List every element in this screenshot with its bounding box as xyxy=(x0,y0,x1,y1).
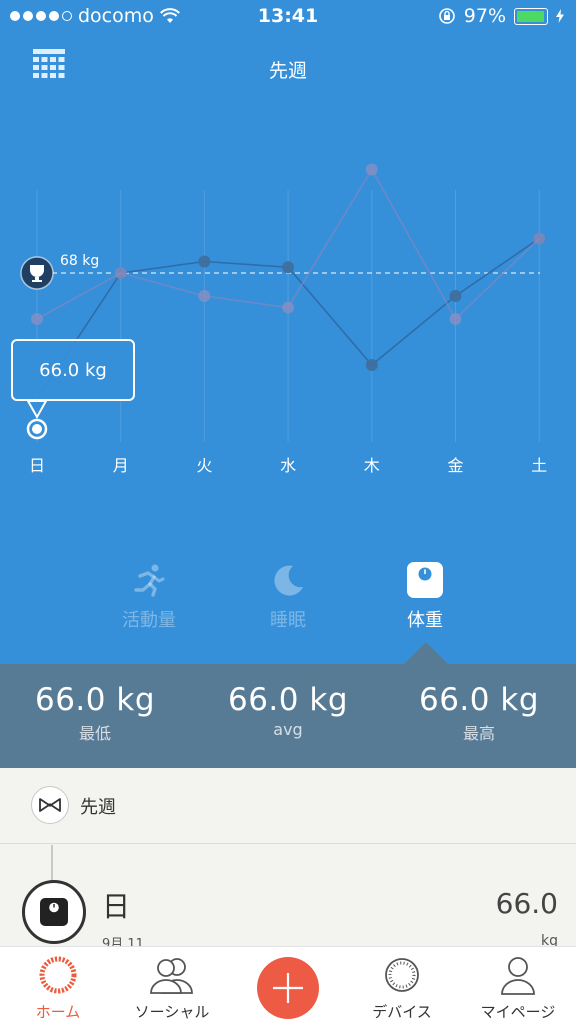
stat-value: 66.0 kg xyxy=(227,682,348,718)
data-point xyxy=(114,267,127,279)
moon-icon xyxy=(274,565,303,596)
stat-avg: 66.0 kg avg xyxy=(193,682,383,739)
data-point xyxy=(31,313,43,325)
data-point xyxy=(198,255,211,268)
category-weight[interactable]: 体重 xyxy=(360,560,490,632)
goal-label: 68 kg xyxy=(60,253,99,269)
entry-value: 66.0 xyxy=(495,887,558,920)
tab-home[interactable]: ホーム xyxy=(0,955,116,1022)
people-icon xyxy=(150,958,193,994)
data-point xyxy=(198,290,211,302)
stat-min: 66.0 kg 最低 xyxy=(0,682,190,744)
value-tooltip: 66.0 kg xyxy=(11,339,135,401)
data-point xyxy=(365,163,378,176)
entry-day: 日 xyxy=(102,890,131,923)
stat-label: avg xyxy=(273,720,303,739)
tab-bar: ホーム ソーシャル デバイス マイページ xyxy=(0,946,576,1024)
home-ring-icon xyxy=(39,956,77,994)
running-icon xyxy=(134,564,165,597)
tab-label: マイページ xyxy=(480,1003,556,1021)
stat-max: 66.0 kg 最高 xyxy=(384,682,574,744)
device-ring-icon xyxy=(385,958,419,992)
week-label: 先週 xyxy=(80,797,116,818)
bowtie-icon xyxy=(31,786,69,824)
x-tick-label: 土 xyxy=(531,456,547,475)
tooltip-value: 66.0 kg xyxy=(39,359,107,381)
timeline-line xyxy=(51,845,53,885)
tab-label: ホーム xyxy=(35,1003,81,1021)
list-item[interactable]: 日 9月 11 66.0 kg xyxy=(0,845,576,952)
x-tick-label: 火 xyxy=(196,456,212,475)
data-point xyxy=(365,359,378,371)
category-label: 活動量 xyxy=(122,610,176,631)
category-sleep[interactable]: 睡眠 xyxy=(223,560,353,632)
battery-icon xyxy=(514,7,548,25)
week-section-header[interactable]: 先週 xyxy=(0,768,576,844)
x-tick-label: 日 xyxy=(29,456,45,475)
stat-label: 最低 xyxy=(78,724,111,743)
data-point xyxy=(282,261,295,274)
category-label: 睡眠 xyxy=(270,610,306,631)
tab-mypage[interactable]: マイページ xyxy=(460,955,576,1022)
page-title: 先週 xyxy=(268,60,307,82)
x-tick-label: 水 xyxy=(280,456,296,475)
data-point xyxy=(449,290,462,302)
selected-point-core xyxy=(32,424,42,434)
weight-line-chart[interactable]: 日 月 火 水 木 金 土 68 kg xyxy=(0,90,576,490)
tab-devices[interactable]: デバイス xyxy=(344,955,460,1022)
tab-label: デバイス xyxy=(372,1003,432,1021)
category-label: 体重 xyxy=(407,610,443,631)
stat-value: 66.0 kg xyxy=(34,682,155,718)
stat-label: 最高 xyxy=(462,724,495,743)
x-tick-label: 月 xyxy=(113,456,129,475)
add-button[interactable] xyxy=(257,957,319,1019)
category-activity[interactable]: 活動量 xyxy=(84,560,214,632)
plus-icon xyxy=(273,973,303,1003)
data-point xyxy=(282,301,295,314)
x-tick-label: 金 xyxy=(447,456,463,475)
status-bar: docomo 13:41 97% xyxy=(0,0,576,34)
charging-bolt-icon xyxy=(556,9,564,23)
active-indicator xyxy=(404,642,448,664)
stats-bar: 66.0 kg 最低 66.0 kg avg 66.0 kg 最高 xyxy=(0,642,576,768)
tab-label: ソーシャル xyxy=(134,1003,210,1021)
battery-percentage: 97% xyxy=(463,5,506,27)
stat-value: 66.0 kg xyxy=(418,682,539,718)
x-tick-label: 木 xyxy=(364,456,380,475)
scale-icon xyxy=(22,880,86,944)
person-icon xyxy=(501,957,535,995)
tooltip-pointer xyxy=(26,400,48,420)
data-point xyxy=(449,313,462,325)
orientation-lock-icon xyxy=(438,8,455,24)
data-point xyxy=(533,232,546,245)
scale-icon xyxy=(407,562,443,598)
tab-social[interactable]: ソーシャル xyxy=(114,955,230,1022)
